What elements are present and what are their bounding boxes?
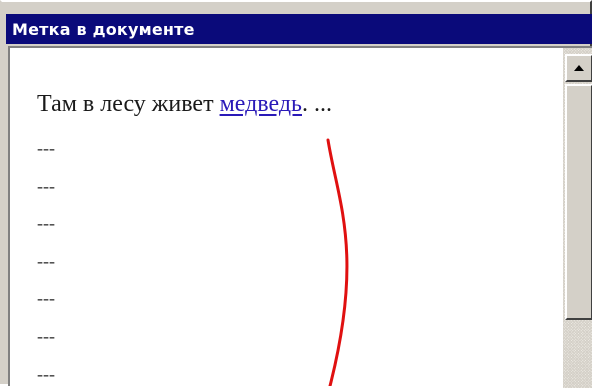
placeholder-line: --- <box>37 364 55 384</box>
placeholder-line: --- <box>37 288 55 308</box>
document-window: Метка в документе Там в лесу живет медве… <box>0 0 592 388</box>
placeholder-line: --- <box>37 251 55 271</box>
document-content: Там в лесу живет медведь. ... --- --- --… <box>10 48 562 388</box>
vertical-scrollbar[interactable] <box>563 48 592 388</box>
text-after-link: . ... <box>301 91 332 117</box>
first-text-line: Там в лесу живет медведь. ... <box>37 91 332 118</box>
placeholder-line: --- <box>37 326 55 346</box>
document-client-area: Там в лесу живет медведь. ... --- --- --… <box>8 46 592 388</box>
text-before-link: Там в лесу живет <box>37 91 220 117</box>
placeholder-line: --- <box>37 213 55 233</box>
placeholder-line: --- <box>37 138 55 158</box>
title-bar[interactable]: Метка в документе <box>6 14 592 44</box>
scroll-up-button[interactable] <box>565 54 592 82</box>
placeholder-line: --- <box>37 176 55 196</box>
scroll-thumb[interactable] <box>565 84 592 320</box>
triangle-up-icon <box>574 65 584 71</box>
window-title: Метка в документе <box>12 19 195 39</box>
bookmark-link[interactable]: медведь <box>220 91 302 117</box>
